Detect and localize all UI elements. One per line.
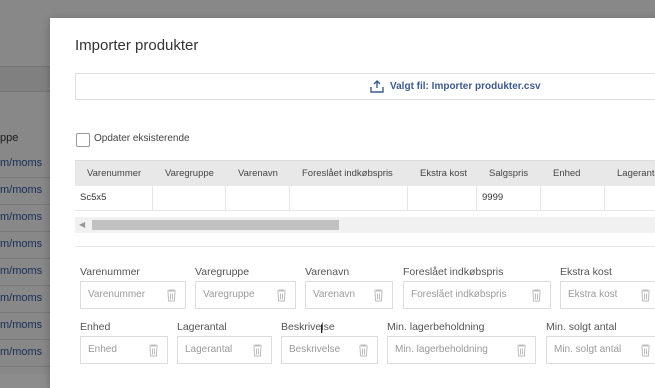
trash-icon[interactable] <box>252 344 263 357</box>
column-header: Varenummer <box>87 168 142 179</box>
column-header: Salgspris <box>489 168 529 179</box>
beskrivelse-input[interactable] <box>289 344 356 355</box>
table-cell <box>290 186 408 210</box>
trash-icon[interactable] <box>531 289 542 302</box>
column-header: Foreslået indkøbspris <box>302 168 393 179</box>
lagerantal-field[interactable] <box>177 336 272 364</box>
section-divider <box>75 246 655 247</box>
column-header: Lagerantal <box>617 168 655 179</box>
varenummer-input[interactable] <box>88 289 161 300</box>
modal-title: Importer produkter <box>75 37 199 54</box>
trash-icon[interactable] <box>640 344 651 357</box>
field-label: Varenummer <box>80 266 140 278</box>
import-products-modal: Importer produkter Valgt fil: Importer p… <box>50 18 655 388</box>
trash-icon[interactable] <box>148 344 159 357</box>
field-label: Foreslået indkøbspris <box>403 266 504 278</box>
varegruppe-input[interactable] <box>203 289 273 300</box>
column-header: Ekstra kost <box>420 168 467 179</box>
ekstra-kost-field[interactable] <box>560 281 655 309</box>
field-label: Varenavn <box>305 266 350 278</box>
scrollbar-thumb[interactable] <box>92 220 339 230</box>
field-label: Lagerantal <box>177 321 227 333</box>
table-cell <box>541 186 605 210</box>
field-label: Beskrivelse <box>281 321 335 333</box>
update-existing-label: Opdater eksisterende <box>94 133 190 144</box>
upload-icon <box>370 80 384 93</box>
update-existing-checkbox[interactable] <box>76 133 90 147</box>
column-header: Varenavn <box>238 168 278 179</box>
field-label: Min. solgt antal <box>546 321 617 333</box>
table-cell <box>226 186 290 210</box>
scroll-left-icon[interactable]: ◀ <box>79 220 85 229</box>
horizontal-scrollbar[interactable]: ◀ <box>75 217 655 233</box>
trash-icon[interactable] <box>166 289 177 302</box>
file-upload-button[interactable]: Valgt fil: Importer produkter.csv <box>75 73 655 100</box>
table-cell <box>408 186 477 210</box>
trash-icon[interactable] <box>276 289 287 302</box>
trash-icon[interactable] <box>358 344 369 357</box>
min-lagerbeholdning-field[interactable] <box>387 336 536 364</box>
varegruppe-field[interactable] <box>195 281 296 309</box>
trash-icon[interactable] <box>640 289 651 302</box>
lagerantal-input[interactable] <box>185 344 251 355</box>
enhed-input[interactable] <box>88 344 149 355</box>
table-row-divider <box>75 210 655 211</box>
beskrivelse-field[interactable] <box>281 336 378 364</box>
varenummer-field[interactable] <box>80 281 186 309</box>
field-label: Varegruppe <box>195 266 250 278</box>
text-cursor-icon: I <box>320 322 324 336</box>
table-cell: 9999 <box>477 186 541 210</box>
table-cell <box>605 186 655 210</box>
foreslaaet-indkoebspris-input[interactable] <box>411 289 514 300</box>
preview-table-header: Varenummer Varegruppe Varenavn Foreslået… <box>75 160 655 186</box>
varenavn-input[interactable] <box>313 289 374 300</box>
foreslaaet-indkoebspris-field[interactable] <box>403 281 551 309</box>
table-cell <box>153 186 226 210</box>
upload-label: Valgt fil: Importer produkter.csv <box>390 81 541 92</box>
min-lagerbeholdning-input[interactable] <box>395 344 498 355</box>
column-header: Enhed <box>553 168 581 179</box>
varenavn-field[interactable] <box>305 281 393 309</box>
field-label: Ekstra kost <box>560 266 612 278</box>
min-solgt-antal-input[interactable] <box>554 344 633 355</box>
column-header: Varegruppe <box>165 168 214 179</box>
field-label: Min. lagerbeholdning <box>387 321 485 333</box>
min-solgt-antal-field[interactable] <box>546 336 655 364</box>
ekstra-kost-input[interactable] <box>568 289 637 300</box>
trash-icon[interactable] <box>373 289 384 302</box>
enhed-field[interactable] <box>80 336 168 364</box>
trash-icon[interactable] <box>516 344 527 357</box>
table-cell: Sc5x5 <box>75 186 153 210</box>
field-label: Enhed <box>80 321 111 333</box>
